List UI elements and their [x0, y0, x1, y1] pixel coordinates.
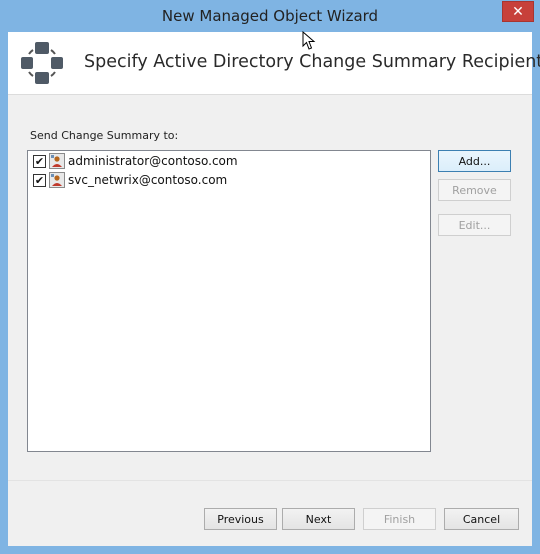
window-title: New Managed Object Wizard	[161, 7, 379, 25]
recipient-email: administrator@contoso.com	[68, 154, 238, 168]
recipients-list[interactable]: ✔ administrator@contoso.com ✔ svc_netwri…	[27, 150, 431, 452]
footer-divider	[8, 480, 532, 481]
recipient-email: svc_netwrix@contoso.com	[68, 173, 228, 187]
list-item[interactable]: ✔ svc_netwrix@contoso.com	[33, 171, 227, 189]
mouse-cursor-icon	[302, 31, 316, 50]
page-title: Specify Active Directory Change Summary …	[84, 52, 540, 72]
title-bar[interactable]: New Managed Object Wizard ✕	[0, 0, 540, 32]
user-icon	[49, 153, 65, 169]
remove-button[interactable]: Remove	[438, 179, 511, 201]
finish-button[interactable]: Finish	[363, 508, 436, 530]
next-button[interactable]: Next	[282, 508, 355, 530]
edit-button[interactable]: Edit...	[438, 214, 511, 236]
cancel-button[interactable]: Cancel	[444, 508, 519, 530]
wizard-window: New Managed Object Wizard ✕ Specify Acti…	[0, 0, 540, 554]
list-item[interactable]: ✔ administrator@contoso.com	[33, 152, 238, 170]
add-button[interactable]: Add...	[438, 150, 511, 172]
managed-object-wizard-icon	[21, 42, 63, 84]
previous-button[interactable]: Previous	[204, 508, 277, 530]
recipient-checkbox[interactable]: ✔	[33, 154, 46, 168]
recipients-label: Send Change Summary to:	[30, 129, 179, 142]
close-icon: ✕	[512, 3, 524, 20]
wizard-header: Specify Active Directory Change Summary …	[8, 32, 540, 95]
user-icon	[49, 172, 65, 188]
close-button[interactable]: ✕	[502, 1, 534, 22]
recipient-checkbox[interactable]: ✔	[33, 173, 46, 187]
wizard-client-area: Specify Active Directory Change Summary …	[8, 32, 540, 546]
